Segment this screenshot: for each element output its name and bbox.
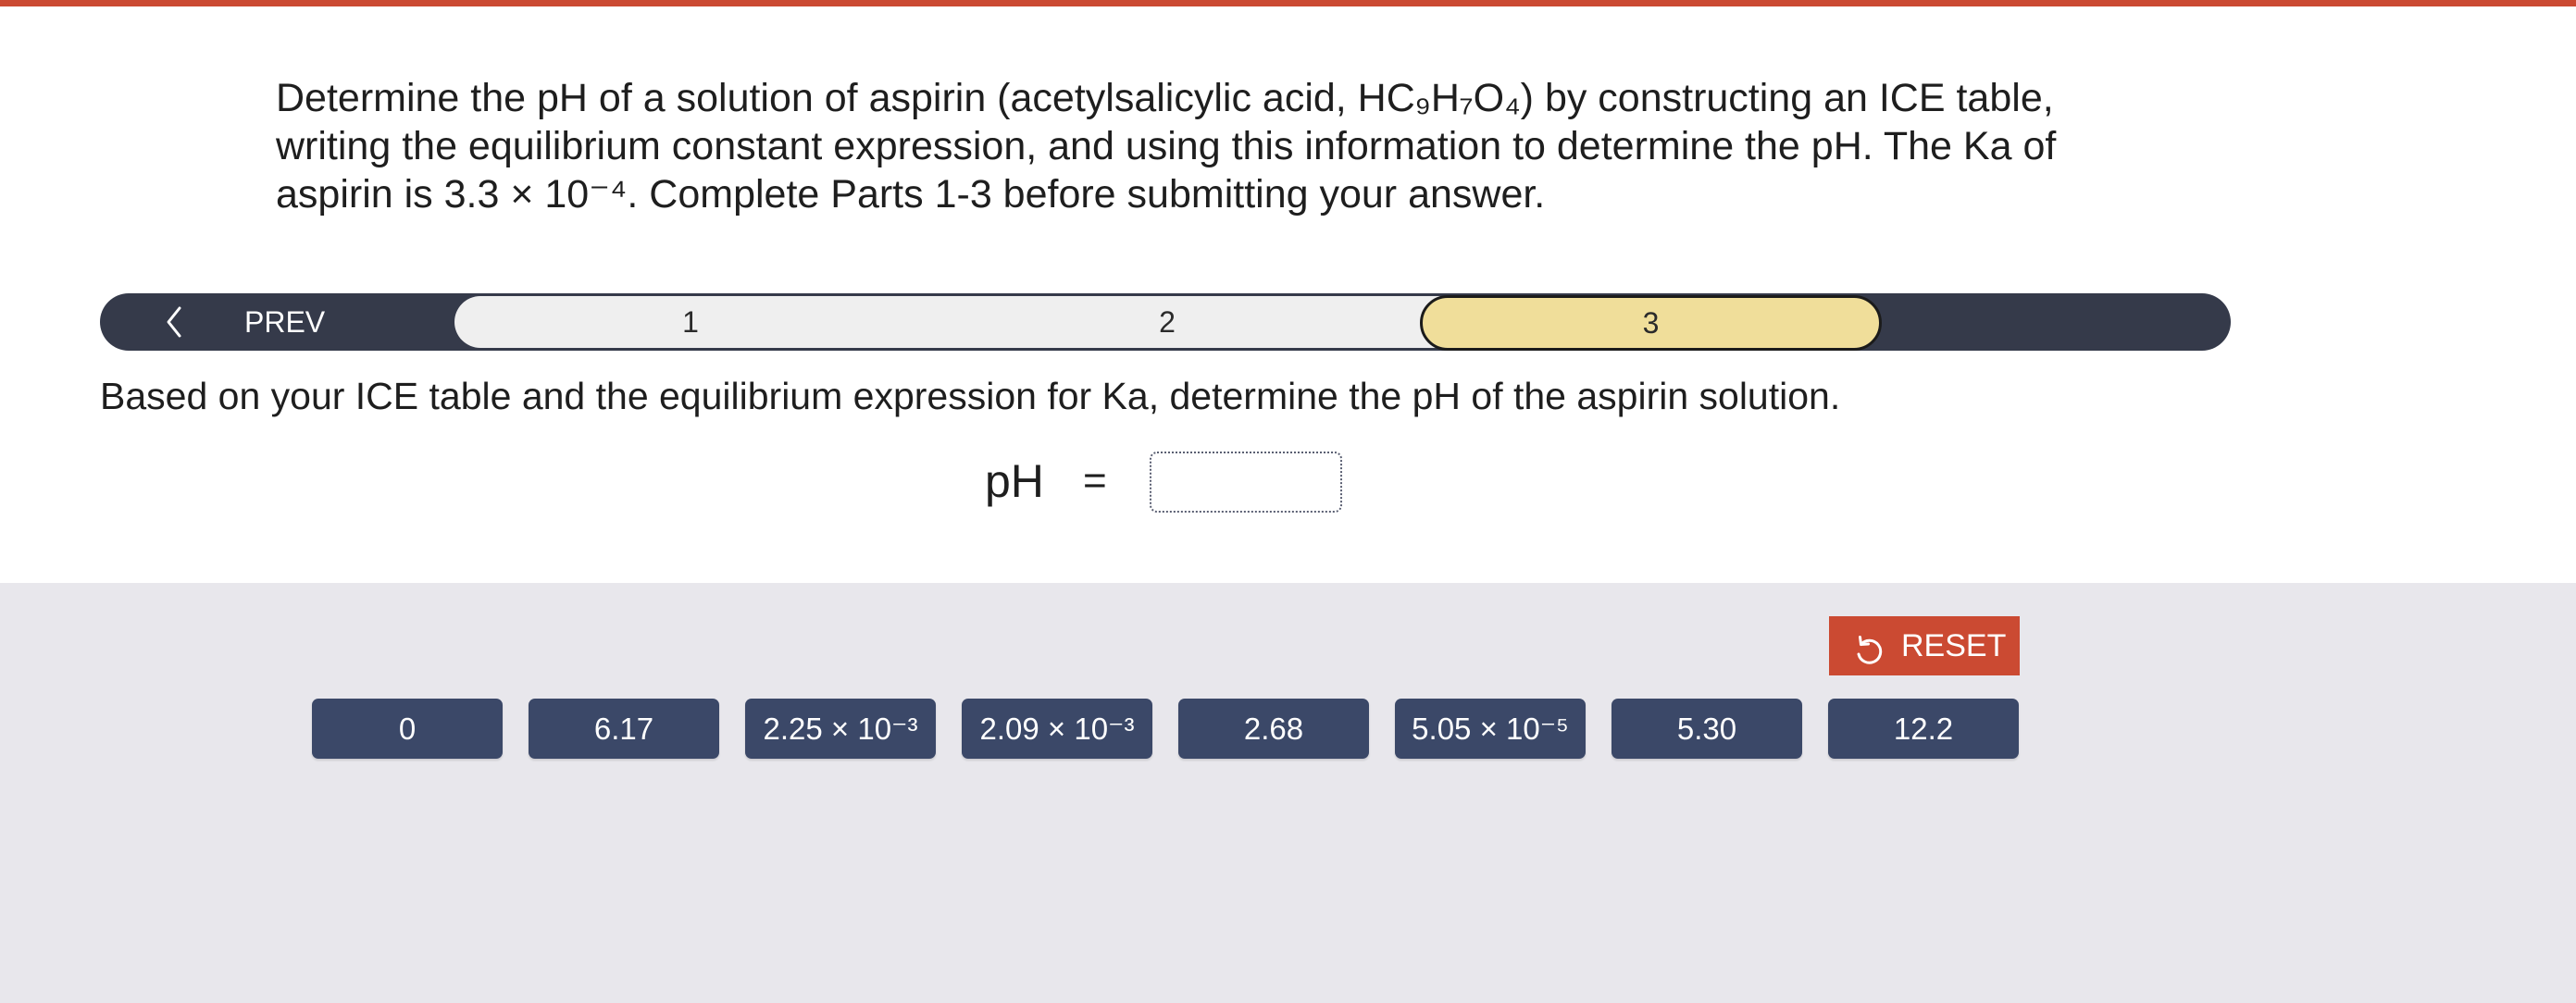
answer-tile[interactable]: 0 xyxy=(312,699,503,759)
prev-label: PREV xyxy=(244,305,326,339)
part-navigation: PREV 1 2 3 xyxy=(100,293,2231,351)
step-1-tab[interactable]: 1 xyxy=(454,296,927,348)
step-2-tab[interactable]: 2 xyxy=(927,296,1408,348)
reset-button[interactable]: RESET xyxy=(1829,616,2020,675)
part-prompt: Based on your ICE table and the equilibr… xyxy=(100,375,1841,417)
ph-answer-drop-zone[interactable] xyxy=(1150,452,1342,513)
answer-tile[interactable]: 2.25 × 10⁻³ xyxy=(745,699,936,759)
steps-track: 1 2 3 xyxy=(454,295,1882,351)
reset-label: RESET xyxy=(1901,628,2007,663)
top-accent-bar xyxy=(0,0,2576,6)
answer-tile[interactable]: 5.05 × 10⁻⁵ xyxy=(1395,699,1586,759)
question-text: Determine the pH of a solution of aspiri… xyxy=(276,76,2057,217)
answer-tile[interactable]: 5.30 xyxy=(1612,699,1802,759)
ph-label: pH xyxy=(985,455,1044,507)
equals-sign: = xyxy=(1083,458,1107,503)
answer-tile[interactable]: 2.09 × 10⁻³ xyxy=(962,699,1152,759)
answer-tray xyxy=(0,583,2576,1003)
answer-tile[interactable]: 2.68 xyxy=(1178,699,1369,759)
chevron-left-icon xyxy=(156,301,193,343)
answer-tile[interactable]: 6.17 xyxy=(529,699,719,759)
answer-tile[interactable]: 12.2 xyxy=(1828,699,2019,759)
reset-icon xyxy=(1851,629,1886,664)
prev-button[interactable]: PREV xyxy=(100,293,452,351)
step-3-tab[interactable]: 3 xyxy=(1420,295,1882,351)
